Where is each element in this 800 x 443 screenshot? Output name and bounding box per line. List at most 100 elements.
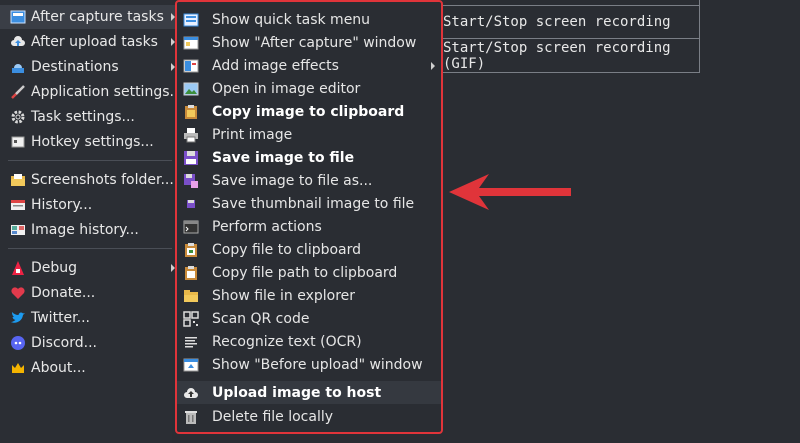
submenu-item-upload-image-to-host[interactable]: Upload image to host bbox=[177, 381, 441, 404]
image-history-icon bbox=[10, 222, 26, 238]
submenu-item-label: Recognize text (OCR) bbox=[212, 333, 362, 350]
menu-item-history[interactable]: History... bbox=[0, 193, 175, 217]
menu-item-destinations[interactable]: Destinations bbox=[0, 55, 175, 79]
submenu-item-show-after-capture-window[interactable]: Show "After capture" window bbox=[177, 31, 441, 54]
menu-separator bbox=[8, 248, 172, 249]
submenu-item-delete-file-locally[interactable]: Delete file locally bbox=[177, 405, 441, 428]
menu-item-label: After upload tasks bbox=[31, 34, 158, 50]
after-capture-icon bbox=[10, 9, 26, 25]
menu-item-hotkey-settings[interactable]: Hotkey settings... bbox=[0, 130, 175, 154]
submenu-item-save-image-to-file-as[interactable]: Save image to file as... bbox=[177, 169, 441, 192]
submenu-item-perform-actions[interactable]: Perform actions bbox=[177, 215, 441, 238]
submenu-item-label: Save image to file bbox=[212, 149, 355, 166]
submenu-item-label: Delete file locally bbox=[212, 408, 334, 425]
submenu-item-save-image-to-file[interactable]: Save image to file bbox=[177, 146, 441, 169]
hotkey-list: Start/Stop screen recording Start/Stop s… bbox=[443, 0, 700, 73]
thumbnail-icon bbox=[183, 196, 199, 212]
submenu-item-label: Open in image editor bbox=[212, 80, 361, 97]
submenu-item-label: Perform actions bbox=[212, 218, 322, 235]
submenu-item-label: Save image to file as... bbox=[212, 172, 373, 189]
chevron-right-icon bbox=[431, 61, 435, 70]
explorer-folder-icon bbox=[183, 288, 199, 304]
save-as-icon bbox=[183, 173, 199, 189]
hotkey-row-label: Start/Stop screen recording (GIF) bbox=[443, 40, 671, 72]
menu-item-label: History... bbox=[31, 197, 93, 213]
submenu-item-label: Copy file path to clipboard bbox=[212, 264, 398, 281]
gear-icon bbox=[10, 109, 26, 125]
submenu-item-add-image-effects[interactable]: Add image effects bbox=[177, 54, 441, 77]
history-icon bbox=[10, 197, 26, 213]
submenu-item-label: Show "Before upload" window bbox=[212, 356, 423, 373]
menu-item-discord[interactable]: Discord... bbox=[0, 331, 175, 355]
menu-item-task-settings[interactable]: Task settings... bbox=[0, 105, 175, 129]
window-icon bbox=[183, 35, 199, 51]
submenu-item-open-in-image-editor[interactable]: Open in image editor bbox=[177, 77, 441, 100]
submenu-item-copy-image-to-clipboard[interactable]: Copy image to clipboard bbox=[177, 100, 441, 123]
debug-icon bbox=[10, 260, 26, 276]
heart-icon bbox=[10, 285, 26, 301]
image-effects-icon bbox=[183, 58, 199, 74]
submenu-item-label: Show file in explorer bbox=[212, 287, 356, 304]
submenu-item-copy-file-to-clipboard[interactable]: Copy file to clipboard bbox=[177, 238, 441, 261]
hotkey-row[interactable]: Start/Stop screen recording bbox=[443, 5, 699, 39]
menu-item-label: Image history... bbox=[31, 222, 139, 238]
keyboard-icon bbox=[10, 134, 26, 150]
menu-item-image-history[interactable]: Image history... bbox=[0, 218, 175, 242]
terminal-icon bbox=[183, 219, 199, 235]
menu-item-label: About... bbox=[31, 360, 86, 376]
submenu-item-print-image[interactable]: Print image bbox=[177, 123, 441, 146]
menu-separator bbox=[8, 160, 172, 161]
submenu-item-show-quick-task-menu[interactable]: Show quick task menu bbox=[177, 8, 441, 31]
printer-icon bbox=[183, 127, 199, 143]
menu-item-screenshots-folder[interactable]: Screenshots folder... bbox=[0, 168, 175, 192]
menu-item-after-upload-tasks[interactable]: After upload tasks bbox=[0, 30, 175, 54]
qr-code-icon bbox=[183, 310, 199, 327]
menu-item-after-capture-tasks[interactable]: After capture tasks bbox=[0, 5, 175, 29]
submenu-item-save-thumbnail-image-to-file[interactable]: Save thumbnail image to file bbox=[177, 192, 441, 215]
menu-item-debug[interactable]: Debug bbox=[0, 256, 175, 280]
menu-item-about[interactable]: About... bbox=[0, 356, 175, 380]
submenu-item-copy-file-path-to-clipboard[interactable]: Copy file path to clipboard bbox=[177, 261, 441, 284]
menu-item-label: Debug bbox=[31, 260, 78, 276]
trash-icon bbox=[183, 409, 199, 425]
wrench-icon bbox=[10, 84, 26, 100]
quick-task-icon bbox=[183, 12, 199, 28]
menu-item-application-settings[interactable]: Application settings... bbox=[0, 80, 183, 104]
submenu-item-show-before-upload-window[interactable]: Show "Before upload" window bbox=[177, 353, 441, 376]
menu-item-label: After capture tasks bbox=[31, 9, 164, 25]
menu-item-label: Discord... bbox=[31, 335, 97, 351]
after-capture-submenu: Show quick task menu Show "After capture… bbox=[175, 0, 443, 434]
menu-item-donate[interactable]: Donate... bbox=[0, 281, 175, 305]
submenu-item-label: Copy file to clipboard bbox=[212, 241, 362, 258]
destinations-icon bbox=[10, 59, 26, 75]
submenu-item-show-file-in-explorer[interactable]: Show file in explorer bbox=[177, 284, 441, 307]
menu-item-label: Twitter... bbox=[31, 310, 90, 326]
menu-item-label: Destinations bbox=[31, 59, 119, 75]
upload-cloud-icon bbox=[183, 385, 199, 401]
menu-item-label: Task settings... bbox=[31, 109, 135, 125]
submenu-item-label: Copy image to clipboard bbox=[212, 103, 405, 120]
submenu-item-label: Show quick task menu bbox=[212, 11, 371, 28]
submenu-item-label: Upload image to host bbox=[212, 384, 382, 401]
submenu-item-label: Print image bbox=[212, 126, 293, 143]
hotkey-row-label: Start/Stop screen recording bbox=[443, 14, 671, 30]
submenu-item-scan-qr-code[interactable]: Scan QR code bbox=[177, 307, 441, 330]
crown-icon bbox=[10, 360, 26, 376]
menu-item-label: Donate... bbox=[31, 285, 96, 301]
menu-item-twitter[interactable]: Twitter... bbox=[0, 306, 175, 330]
clipboard-image-icon bbox=[183, 104, 199, 120]
ocr-text-icon bbox=[183, 334, 199, 350]
cloud-upload-icon bbox=[10, 34, 26, 50]
before-upload-icon bbox=[183, 357, 199, 373]
menu-item-label: Screenshots folder... bbox=[31, 172, 174, 188]
floppy-icon bbox=[183, 150, 199, 166]
discord-icon bbox=[10, 335, 26, 351]
copy-file-icon bbox=[183, 242, 199, 258]
submenu-item-label: Save thumbnail image to file bbox=[212, 195, 415, 212]
submenu-item-label: Add image effects bbox=[212, 57, 339, 74]
submenu-item-recognize-text-ocr[interactable]: Recognize text (OCR) bbox=[177, 330, 441, 353]
submenu-item-label: Show "After capture" window bbox=[212, 34, 417, 51]
image-editor-icon bbox=[183, 81, 199, 97]
hotkey-row[interactable]: Start/Stop screen recording (GIF) bbox=[443, 39, 699, 73]
folder-icon bbox=[10, 172, 26, 188]
